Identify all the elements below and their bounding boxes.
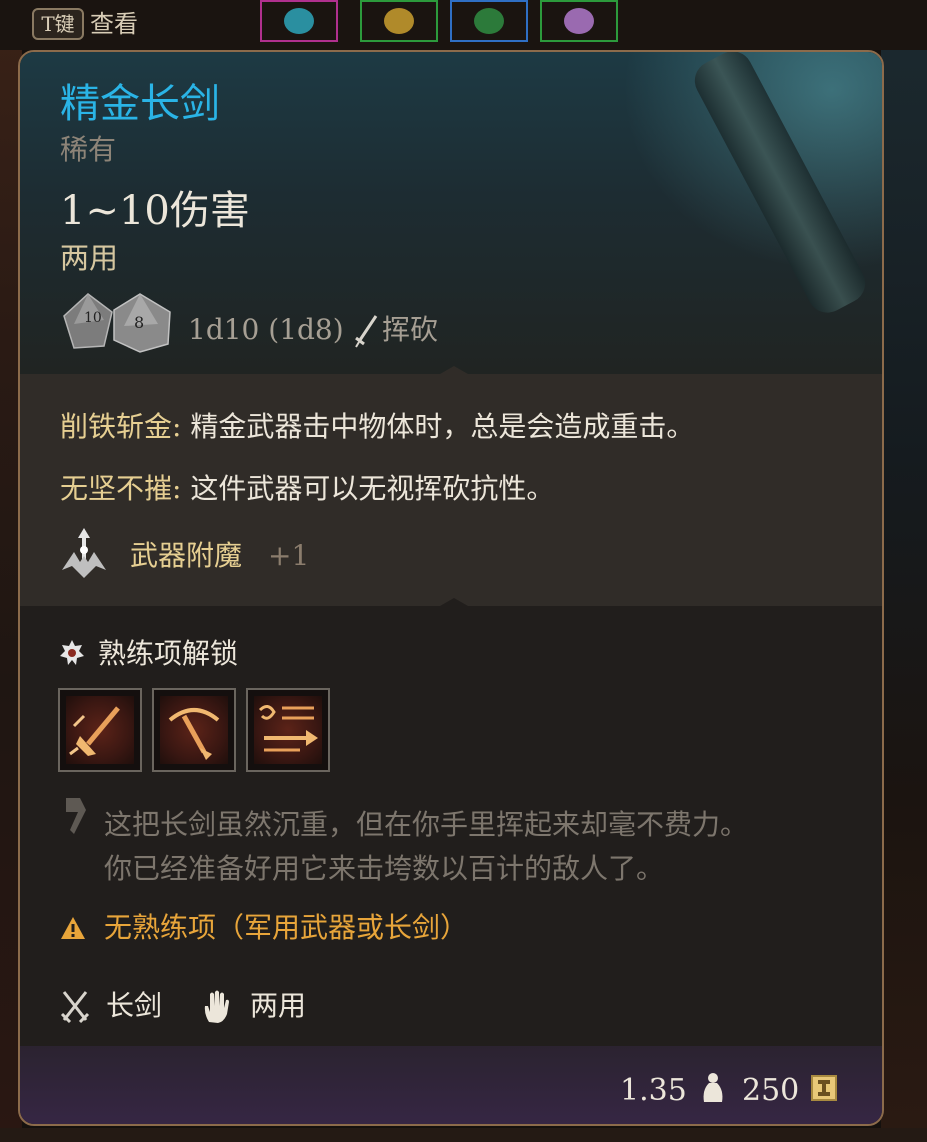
description-line-2: 你已经准备好用它来击垮数以百计的敌人了。: [104, 852, 665, 885]
description-line-1: 这把长剑虽然沉重，但在你手里挥起来却毫不费力。: [104, 808, 749, 841]
svg-text:8: 8: [134, 313, 144, 332]
item-weight: 1.35: [620, 1073, 687, 1108]
tag-weapon-type: 长剑: [106, 989, 163, 1022]
inventory-slot[interactable]: [260, 0, 338, 42]
weapon-enchant-icon: [62, 528, 106, 578]
item-damage: 1~10伤害: [60, 188, 250, 234]
inventory-slot[interactable]: [540, 0, 618, 42]
quote-icon: [66, 798, 86, 834]
view-label[interactable]: 查看: [90, 8, 138, 40]
proficiency-title: 熟练项解锁: [98, 637, 239, 670]
item-handedness: 两用: [60, 241, 119, 275]
inventory-bottom-strip: [0, 1128, 927, 1142]
item-price: 250: [742, 1073, 800, 1108]
proficiency-icon: [60, 640, 84, 665]
dice-roll: 1d10 (1d8): [188, 313, 344, 346]
enchantment-value: +1: [268, 539, 310, 572]
skill-icon-1[interactable]: [58, 688, 142, 772]
item-rarity: 稀有: [60, 133, 117, 166]
pommel-strike-icon: [168, 708, 220, 760]
property-line: 无坚不摧: 这件武器可以无视挥砍抗性。: [60, 470, 554, 508]
item-tooltip: 精金长剑 稀有 1~10伤害 两用 10 8 1d10 (1d8) 挥砍 削铁斩…: [18, 50, 884, 1126]
hotkey-badge: T键: [32, 8, 84, 40]
sword-slash-icon: [355, 315, 378, 348]
divider-notch: [440, 366, 468, 380]
divider-notch: [440, 598, 468, 612]
property-name: 无坚不摧:: [60, 472, 182, 505]
inventory-slot[interactable]: [360, 0, 438, 42]
skill-icon-3[interactable]: [246, 688, 330, 772]
lacerate-icon: [69, 706, 120, 756]
property-text: 精金武器击中物体时，总是会造成重击。: [181, 410, 695, 443]
weakening-strike-icon: [258, 705, 318, 752]
warning-icon: [61, 917, 85, 939]
dice-icon: 10 8: [63, 293, 171, 353]
svg-text:10: 10: [84, 310, 102, 326]
hand-icon: [204, 990, 229, 1023]
gold-coin-icon: [811, 1075, 837, 1101]
enchantment-label: 武器附魔: [130, 539, 243, 572]
property-text: 这件武器可以无视挥砍抗性。: [181, 472, 555, 505]
background-panel-right: [881, 0, 927, 1142]
proficiency-warning: 无熟练项（军用武器或长剑）: [104, 911, 469, 944]
damage-type: 挥砍: [382, 313, 439, 346]
inventory-slot[interactable]: [450, 0, 528, 42]
item-name: 精金长剑: [60, 81, 220, 127]
weight-icon: [703, 1073, 723, 1102]
tag-handedness: 两用: [250, 989, 307, 1022]
property-line: 削铁斩金: 精金武器击中物体时，总是会造成重击。: [60, 408, 694, 446]
property-name: 削铁斩金:: [60, 410, 182, 443]
crossed-swords-icon: [60, 991, 90, 1024]
inventory-top-strip: T键 查看: [0, 0, 927, 50]
skill-icon-2[interactable]: [152, 688, 236, 772]
